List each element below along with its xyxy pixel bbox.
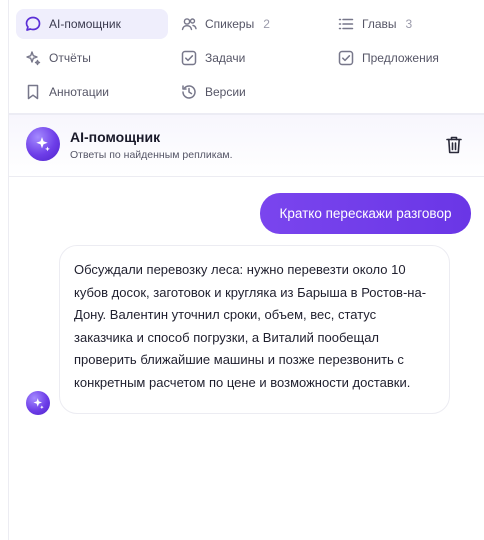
tab-count: 2 — [263, 17, 270, 31]
tab-label: Главы — [362, 17, 397, 31]
tab-label: Предложения — [362, 51, 439, 65]
tab-suggestions[interactable]: Предложения — [329, 43, 479, 73]
assistant-subtitle: Ответы по найденным репликам. — [70, 149, 233, 161]
user-message-bubble: Кратко перескажи разговор — [260, 193, 471, 234]
assistant-logo-icon — [26, 127, 60, 161]
trash-icon[interactable] — [444, 134, 464, 156]
tab-speakers[interactable]: Спикеры 2 — [172, 9, 322, 39]
chat-bubble-icon — [24, 15, 42, 33]
bookmark-icon — [24, 83, 42, 101]
tab-label: Версии — [205, 85, 246, 99]
tab-ai-assistant[interactable]: AI-помощник — [16, 9, 168, 39]
checkbox-icon — [180, 49, 198, 67]
tab-annotations[interactable]: Аннотации — [16, 77, 168, 107]
tab-count: 3 — [405, 17, 413, 31]
tab-bar: AI-помощник Спикеры 2 Главы 3 Отчёты Зад… — [12, 6, 484, 110]
tab-chapters[interactable]: Главы 3 — [329, 9, 479, 39]
tab-tasks[interactable]: Задачи — [172, 43, 322, 73]
assistant-avatar-icon — [26, 391, 50, 415]
tab-versions[interactable]: Версии — [172, 77, 322, 107]
assistant-title: AI-помощник — [70, 129, 161, 145]
tab-label: Аннотации — [49, 85, 109, 99]
history-icon — [180, 83, 198, 101]
checkbox-icon — [337, 49, 355, 67]
tab-label: AI-помощник — [49, 17, 121, 31]
sparkles-icon — [24, 49, 42, 67]
tab-label: Спикеры — [205, 17, 255, 31]
tab-reports[interactable]: Отчёты — [16, 43, 168, 73]
assistant-header: AI-помощник Ответы по найденным репликам… — [9, 115, 484, 177]
panel-left-border — [8, 0, 9, 540]
tab-label: Отчёты — [49, 51, 91, 65]
users-icon — [180, 15, 198, 33]
assistant-message-bubble: Обсуждали перевозку леса: нужно перевезт… — [59, 245, 450, 414]
list-icon — [337, 15, 355, 33]
tab-label: Задачи — [205, 51, 246, 65]
